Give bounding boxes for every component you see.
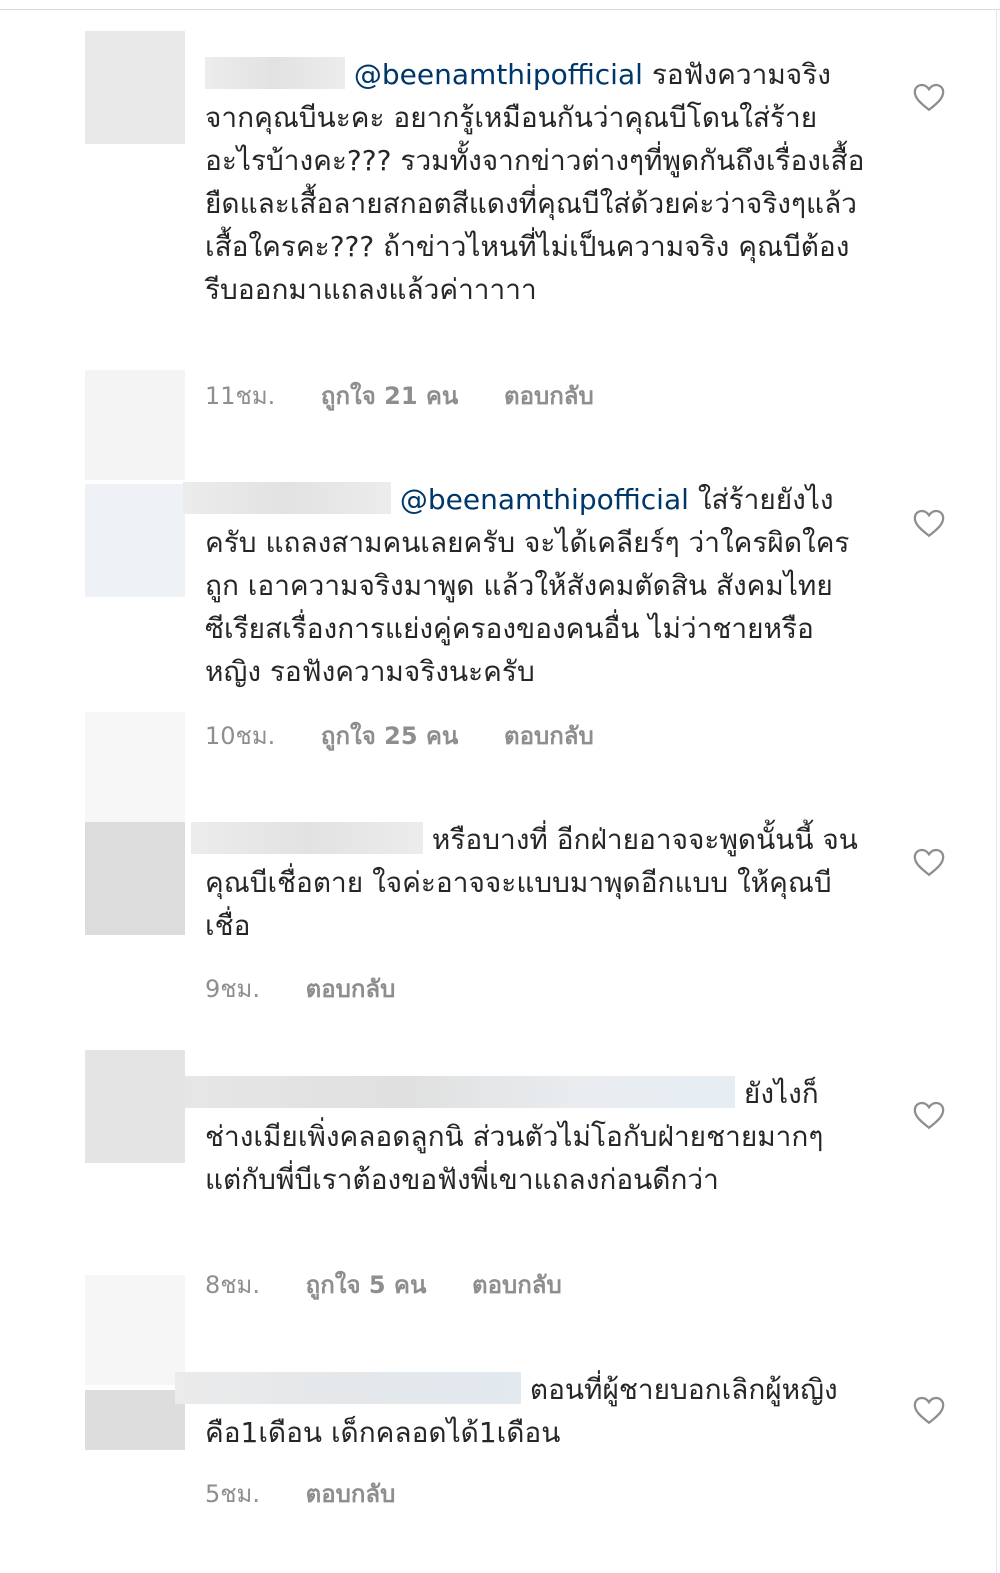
comment-body: รอฟังความจริงจากคุณบีนะคะ อยากรู้เหมือนก… — [205, 58, 865, 306]
avatar — [85, 1390, 185, 1450]
comment-time: 5ชม. — [205, 1480, 261, 1508]
mention-link[interactable]: @beenamthipofficial — [354, 58, 643, 91]
right-border — [996, 9, 997, 1573]
comment-time: 9ชม. — [205, 975, 261, 1003]
redacted-username[interactable] — [183, 482, 391, 514]
mention-link[interactable]: @beenamthipofficial — [400, 483, 689, 516]
comment-meta: 9ชม. ตอบกลับ — [205, 969, 433, 1008]
likes-count[interactable]: ถูกใจ 21 คน — [321, 376, 458, 415]
reply-button[interactable]: ตอบกลับ — [504, 716, 594, 755]
comment-text: ยังไงก็ช่างเมียเพิ่งคลอดลูกนิ ส่วนตัวไม่… — [185, 1072, 865, 1201]
top-divider — [0, 9, 1000, 10]
reply-button[interactable]: ตอบกลับ — [504, 376, 594, 415]
heart-outline-icon[interactable] — [912, 1098, 946, 1132]
avatar — [85, 822, 185, 935]
reply-button[interactable]: ตอบกลับ — [306, 969, 396, 1008]
comment-text: @beenamthipofficial รอฟังความจริงจากคุณบ… — [205, 53, 865, 311]
comment-meta: 8ชม. ถูกใจ 5 คน ตอบกลับ — [205, 1265, 600, 1304]
blurred-area — [85, 370, 185, 480]
comment-text: ตอนที่ผู้ชายบอกเลิกผู้หญิงคือ1เดือน เด็ก… — [175, 1368, 865, 1454]
comment-time: 8ชม. — [205, 1271, 261, 1299]
redacted-username[interactable] — [185, 1076, 735, 1108]
heart-outline-icon[interactable] — [912, 506, 946, 540]
comment-text: หรือบางที่ อีกฝ่ายอาจจะพูดนั้นนี้ จน คุณ… — [191, 818, 865, 947]
comment-time: 11ชม. — [205, 382, 276, 410]
heart-outline-icon[interactable] — [912, 1393, 946, 1427]
comment-meta: 10ชม. ถูกใจ 25 คน ตอบกลับ — [205, 716, 632, 755]
comment-time: 10ชม. — [205, 722, 276, 750]
blurred-area — [85, 1275, 185, 1385]
redacted-username[interactable] — [205, 57, 345, 89]
reply-button[interactable]: ตอบกลับ — [472, 1265, 562, 1304]
redacted-username[interactable] — [175, 1372, 521, 1404]
likes-count[interactable]: ถูกใจ 25 คน — [321, 716, 458, 755]
avatar — [85, 484, 185, 597]
heart-outline-icon[interactable] — [912, 80, 946, 114]
avatar — [85, 1050, 185, 1163]
heart-outline-icon[interactable] — [912, 845, 946, 879]
comment-meta: 11ชม. ถูกใจ 21 คน ตอบกลับ — [205, 376, 632, 415]
blurred-area — [85, 712, 185, 822]
comment-meta: 5ชม. ตอบกลับ — [205, 1474, 433, 1513]
redacted-username[interactable] — [191, 822, 423, 854]
avatar — [85, 31, 185, 144]
reply-button[interactable]: ตอบกลับ — [306, 1474, 396, 1513]
comment-text: @beenamthipofficial ใส่ร้ายยังไงครับ แถล… — [183, 478, 865, 693]
likes-count[interactable]: ถูกใจ 5 คน — [306, 1265, 427, 1304]
